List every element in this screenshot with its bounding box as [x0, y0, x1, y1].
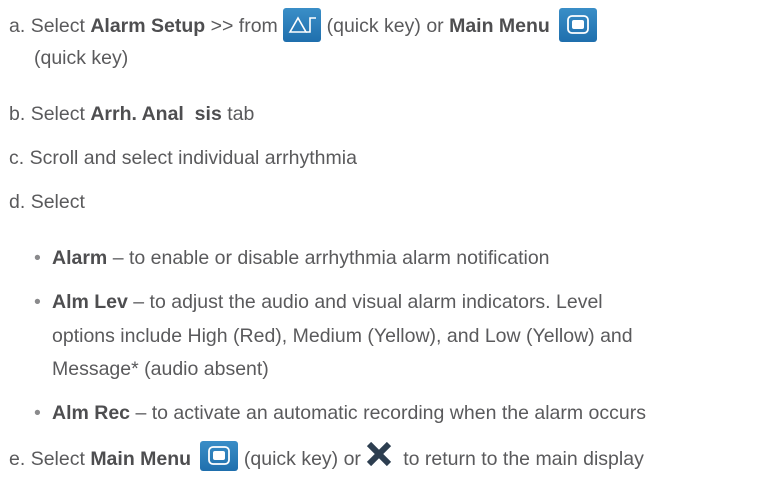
bullet-alm-rec-text: – to activate an automatic recording whe…: [130, 402, 646, 424]
bullet-1-symbol: •: [34, 247, 41, 269]
step-d-text: Select: [30, 191, 85, 213]
bullet-alm-rec-bold: Alm Rec: [52, 402, 131, 424]
step-d-marker: d.: [9, 191, 26, 213]
main-menu-quick-key-icon[interactable]: [559, 8, 598, 42]
step-e-text-2: (quick key) or: [238, 448, 367, 471]
bullet-alm-lev: Alm Lev – to adjust the audio and visual…: [52, 290, 603, 314]
bullet-alarm-bold: Alarm: [52, 247, 108, 269]
step-b: b. Select Arrh. Anal sis tab: [9, 102, 254, 126]
bullet-3-symbol: •: [34, 402, 41, 424]
bullet-alarm: Alarm – to enable or disable arrhythmia …: [52, 246, 550, 270]
step-e-text-1: Select: [30, 448, 91, 471]
step-c: c. Scroll and select individual arrhythm…: [9, 146, 357, 170]
main-menu-label-2: Main Menu: [90, 448, 192, 471]
bullet-alm-lev-line-2-text: options include High (Red), Medium (Yell…: [52, 325, 633, 347]
step-d: d. Select: [9, 190, 85, 214]
step-a-text-1: Select: [30, 15, 91, 38]
step-e: e. Select Main Menu (quick key) or to re…: [9, 441, 644, 475]
close-x-icon[interactable]: [366, 441, 392, 472]
step-c-marker: c.: [9, 147, 25, 169]
step-b-marker: b.: [9, 103, 26, 125]
bullet-alm-lev-line-3-text: Message* (audio absent): [52, 358, 269, 380]
step-b-text-2: tab: [221, 103, 255, 125]
step-a: a. Select Alarm Setup >> from (quick key…: [9, 8, 598, 44]
step-e-marker: e.: [9, 448, 26, 471]
bullet-alm-rec: Alm Rec – to activate an automatic recor…: [52, 401, 646, 425]
bullet-alm-lev-line-3: Message* (audio absent): [52, 357, 269, 381]
step-a-line-2: (quick key): [34, 46, 128, 70]
bullet-alm-lev-line-2: options include High (Red), Medium (Yell…: [52, 324, 633, 348]
main-menu-quick-key-icon-2[interactable]: [200, 441, 239, 471]
step-a-marker: a.: [9, 15, 26, 38]
step-c-text: Scroll and select individual arrhythmia: [29, 147, 357, 169]
bullet-alm-lev-bold: Alm Lev: [52, 291, 128, 313]
arrh-analysis-tab-label: Arrh. Anal sis: [90, 103, 222, 125]
bullet-alarm-text: – to enable or disable arrhythmia alarm …: [107, 247, 550, 269]
main-menu-label: Main Menu: [449, 15, 550, 38]
step-a-line-2-text: (quick key): [34, 47, 129, 69]
bullet-2-symbol: •: [34, 291, 41, 313]
step-a-text-2: >> from: [205, 15, 284, 38]
step-b-text-1: Select: [30, 103, 91, 125]
step-e-text-3: to return to the main display: [392, 448, 644, 471]
step-a-text-3: (quick key) or: [326, 15, 450, 38]
alarm-setup-quick-key-icon[interactable]: [283, 8, 322, 42]
bullet-alm-lev-text: – to adjust the audio and visual alarm i…: [127, 291, 603, 313]
alarm-setup-label: Alarm Setup: [90, 15, 206, 38]
